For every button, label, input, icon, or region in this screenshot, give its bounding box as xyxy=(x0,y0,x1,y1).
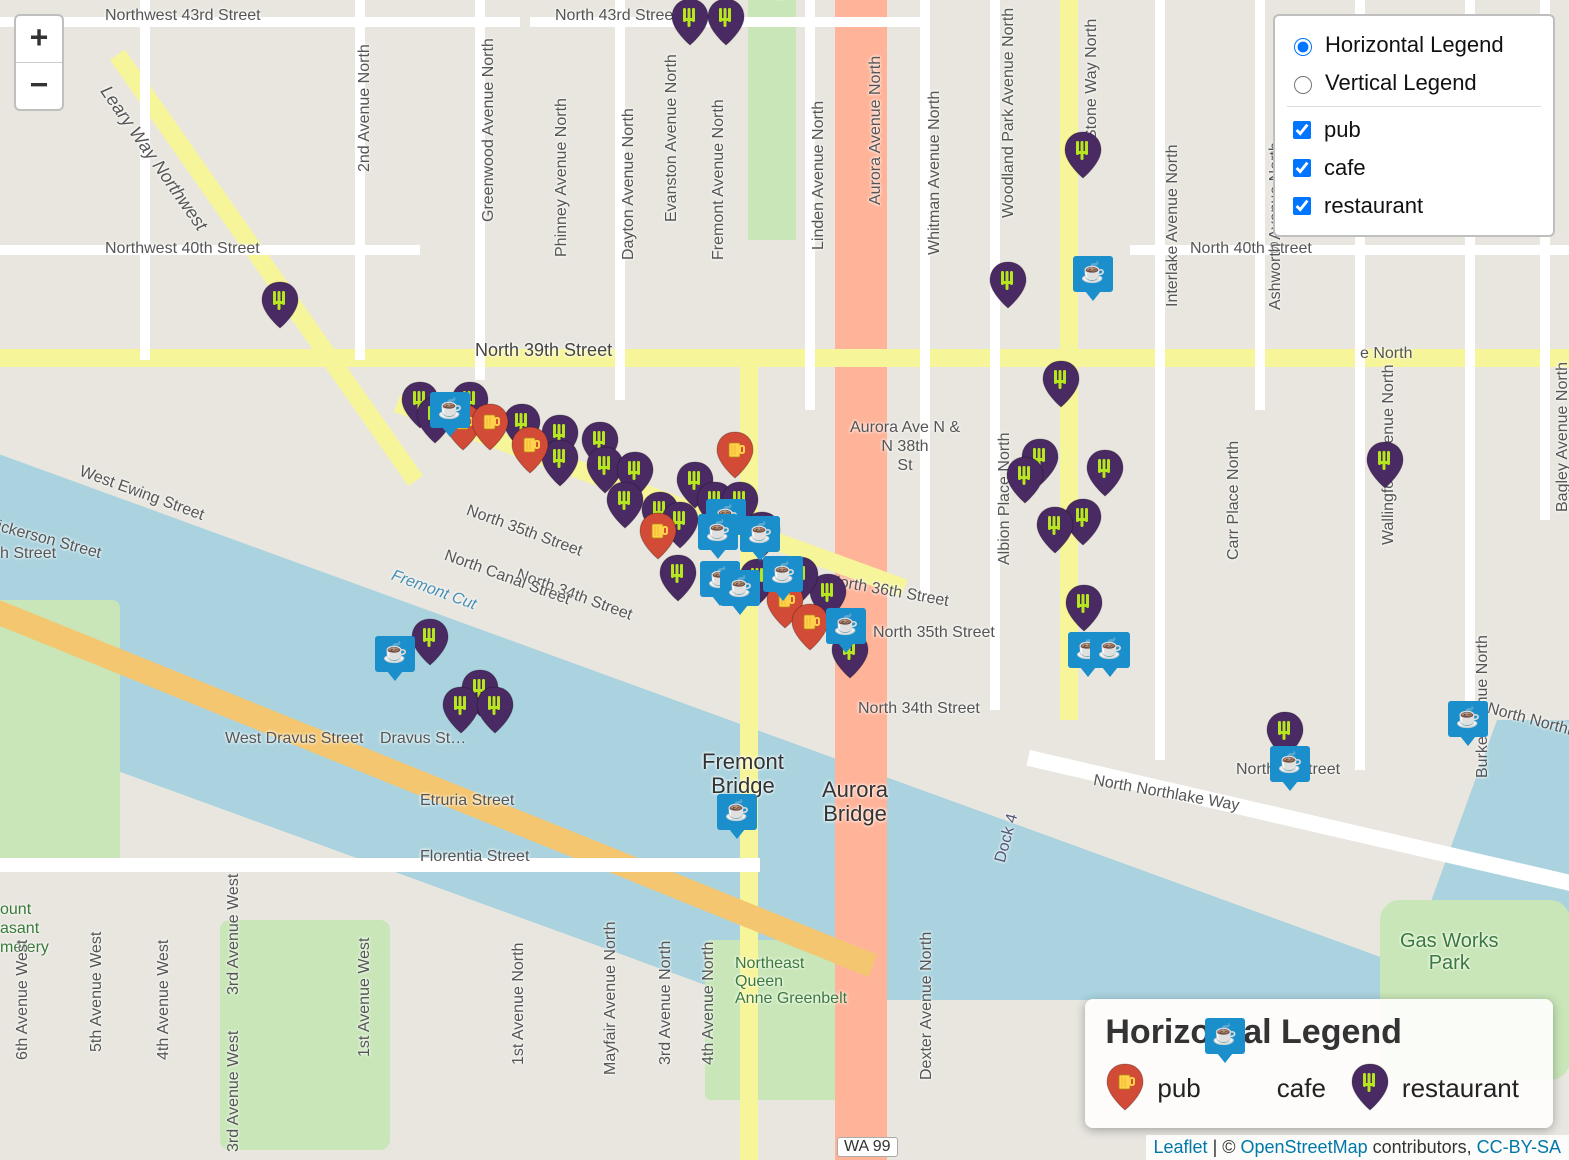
legend-row: pub ☕ cafe restaurant xyxy=(1105,1062,1533,1114)
layer-label: Vertical Legend xyxy=(1325,70,1477,96)
map-marker-pub[interactable] xyxy=(638,511,678,561)
coffee-icon: ☕ xyxy=(1278,753,1303,773)
layer-overlay-pub[interactable]: pub xyxy=(1289,111,1539,149)
map-marker-restaurant[interactable] xyxy=(1064,583,1104,633)
legend-label: restaurant xyxy=(1402,1073,1519,1104)
map-marker-restaurant[interactable] xyxy=(260,280,300,330)
map-marker-cafe[interactable]: ☕ xyxy=(1073,256,1113,300)
map-marker-cafe[interactable]: ☕ xyxy=(1270,746,1310,790)
coffee-icon: ☕ xyxy=(834,615,859,635)
map-marker-restaurant[interactable] xyxy=(1085,448,1125,498)
coffee-icon: ☕ xyxy=(383,643,408,663)
layer-label: pub xyxy=(1324,117,1361,143)
map-marker-cafe[interactable]: ☕ xyxy=(717,794,757,838)
map-marker-cafe[interactable]: ☕ xyxy=(1090,632,1130,676)
map-marker-cafe[interactable]: ☕ xyxy=(698,514,738,558)
map-marker-pub[interactable] xyxy=(470,402,510,452)
map-marker-restaurant[interactable] xyxy=(410,617,450,667)
map-marker-restaurant[interactable] xyxy=(1350,1062,1390,1112)
zoom-out-button[interactable]: − xyxy=(16,62,62,109)
radio-vertical-legend[interactable] xyxy=(1294,76,1312,94)
map-label: Stone Way North xyxy=(1083,19,1101,140)
map-marker-cafe[interactable]: ☕ xyxy=(763,556,803,600)
layer-overlay-cafe[interactable]: cafe xyxy=(1289,149,1539,187)
restaurant-marker-icon xyxy=(1350,1062,1392,1114)
radio-horizontal-legend[interactable] xyxy=(1294,38,1312,56)
zoom-in-button[interactable]: + xyxy=(16,16,62,62)
layer-base-horizontal[interactable]: Horizontal Legend xyxy=(1289,26,1539,64)
coffee-icon: ☕ xyxy=(728,577,753,597)
map-attribution: Leaflet | © OpenStreetMap contributors, … xyxy=(1146,1135,1569,1160)
checkbox-pub[interactable] xyxy=(1293,121,1311,139)
coffee-icon: ☕ xyxy=(771,563,796,583)
attribution-leaflet-link[interactable]: Leaflet xyxy=(1154,1137,1208,1157)
attribution-osm-link[interactable]: OpenStreetMap xyxy=(1241,1137,1368,1157)
map-marker-pub[interactable] xyxy=(715,430,755,480)
map-marker-restaurant[interactable] xyxy=(1035,505,1075,555)
map-marker-pub[interactable] xyxy=(1105,1062,1145,1112)
map-marker-restaurant[interactable] xyxy=(475,685,515,735)
checkbox-restaurant[interactable] xyxy=(1293,197,1311,215)
map-marker-pub[interactable] xyxy=(510,425,550,475)
coffee-icon: ☕ xyxy=(1456,708,1481,728)
zoom-control: + − xyxy=(14,14,64,111)
checkbox-cafe[interactable] xyxy=(1293,159,1311,177)
coffee-icon: ☕ xyxy=(725,801,750,821)
map-marker-pub[interactable] xyxy=(790,602,830,652)
coffee-icon: ☕ xyxy=(438,399,463,419)
park-strip xyxy=(748,0,796,240)
legend-label: cafe xyxy=(1277,1073,1326,1104)
map-marker-cafe[interactable]: ☕ xyxy=(740,516,780,560)
legend-label: pub xyxy=(1157,1073,1200,1104)
coffee-icon: ☕ xyxy=(706,521,731,541)
coffee-icon: ☕ xyxy=(748,523,773,543)
legend-title: Horizontal Legend xyxy=(1105,1013,1533,1052)
layer-overlay-restaurant[interactable]: restaurant xyxy=(1289,187,1539,225)
legend-item-restaurant: restaurant xyxy=(1350,1062,1519,1114)
layer-label: cafe xyxy=(1324,155,1366,181)
map-marker-cafe[interactable]: ☕ xyxy=(1448,701,1488,745)
map-marker-cafe[interactable]: ☕ xyxy=(720,570,760,614)
map-label: Woodland Park Avenue North xyxy=(1000,8,1018,218)
map-marker-restaurant[interactable] xyxy=(1041,359,1081,409)
park-sw xyxy=(220,920,390,1150)
legend-item-pub: pub xyxy=(1105,1062,1200,1114)
map-marker-restaurant[interactable] xyxy=(1063,130,1103,180)
legend-panel: Horizontal Legend pub ☕ cafe restaurant xyxy=(1085,999,1553,1128)
attribution-license-link[interactable]: CC-BY-SA xyxy=(1477,1137,1561,1157)
legend-item-cafe: ☕ cafe xyxy=(1225,1062,1326,1114)
map-marker-restaurant[interactable] xyxy=(1005,455,1045,505)
layers-control: Horizontal Legend Vertical Legend pub ca… xyxy=(1273,14,1555,237)
map-marker-cafe[interactable]: ☕ xyxy=(430,392,470,436)
separator xyxy=(1287,106,1541,107)
layer-label: Horizontal Legend xyxy=(1325,32,1504,58)
map-label: Interlake Avenue North xyxy=(1164,145,1182,307)
layer-label: restaurant xyxy=(1324,193,1423,219)
coffee-icon: ☕ xyxy=(1081,263,1106,283)
map-marker-cafe[interactable]: ☕ xyxy=(1205,1018,1245,1062)
map-label: Bagley Avenue North xyxy=(1554,362,1569,512)
cafe-marker-icon: ☕ xyxy=(1225,1062,1267,1114)
coffee-icon: ☕ xyxy=(1098,639,1123,659)
map-marker-restaurant[interactable] xyxy=(988,260,1028,310)
road-39th xyxy=(0,349,1569,367)
map-viewport[interactable]: Northwest 43rd Street North 43rd Street … xyxy=(0,0,1569,1160)
layer-base-vertical[interactable]: Vertical Legend xyxy=(1289,64,1539,102)
map-marker-restaurant[interactable] xyxy=(1365,440,1405,490)
road-florentia xyxy=(0,858,760,872)
map-marker-restaurant[interactable] xyxy=(670,0,710,47)
map-marker-restaurant[interactable] xyxy=(706,0,746,47)
map-marker-cafe[interactable]: ☕ xyxy=(375,636,415,680)
map-marker-cafe[interactable]: ☕ xyxy=(826,608,866,652)
map-label: Fremont Avenue North xyxy=(710,99,728,260)
map-label: Evanston Avenue North xyxy=(663,54,681,222)
coffee-icon: ☕ xyxy=(1212,1025,1237,1045)
pub-marker-icon xyxy=(1105,1062,1147,1114)
